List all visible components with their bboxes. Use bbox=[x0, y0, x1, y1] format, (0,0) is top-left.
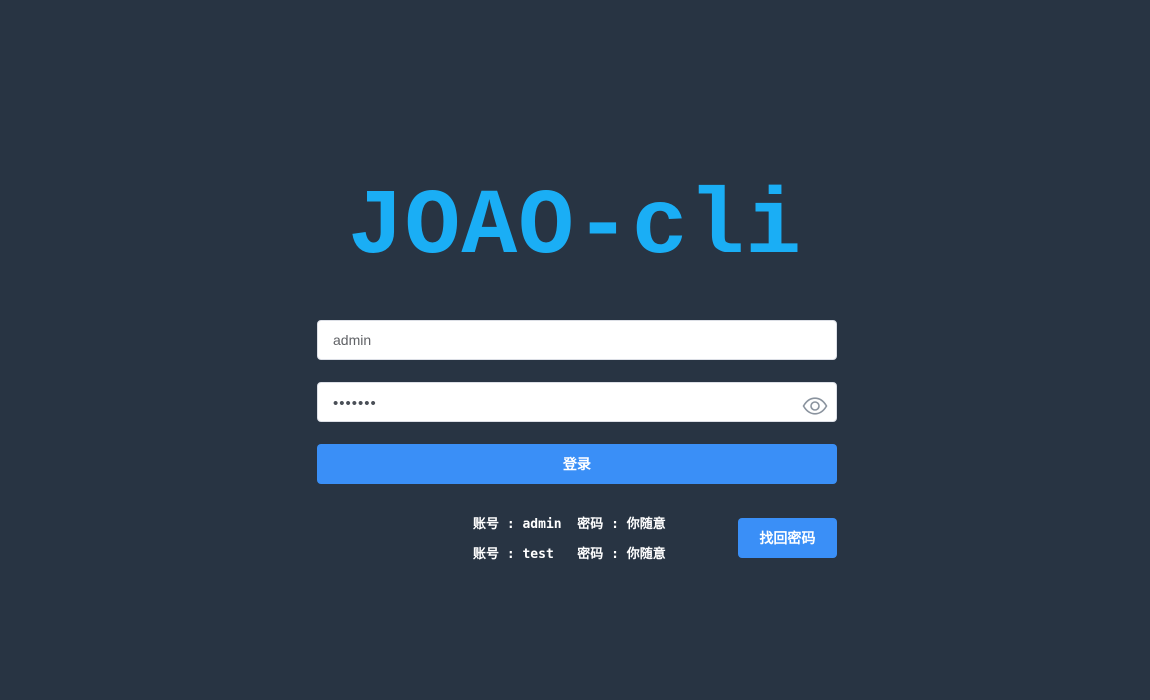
account-tips: 账号 : admin 密码 : 你随意 账号 : test 密码 : 你随意 bbox=[473, 514, 666, 574]
password-field bbox=[317, 382, 837, 422]
find-password-button[interactable]: 找回密码 bbox=[738, 518, 837, 558]
login-container: JOAO-cli 登录 账号 : admin 密码 : 你随意 账号 : tes… bbox=[0, 0, 1150, 700]
tip-row-admin: 账号 : admin 密码 : 你随意 bbox=[473, 517, 666, 532]
username-field bbox=[317, 320, 837, 360]
eye-icon[interactable] bbox=[802, 397, 828, 415]
password-input[interactable] bbox=[318, 383, 836, 421]
brand-title: JOAO-cli bbox=[347, 175, 803, 280]
tip-row-test: 账号 : test 密码 : 你随意 bbox=[473, 547, 666, 562]
login-button[interactable]: 登录 bbox=[317, 444, 837, 484]
username-input[interactable] bbox=[318, 321, 836, 359]
